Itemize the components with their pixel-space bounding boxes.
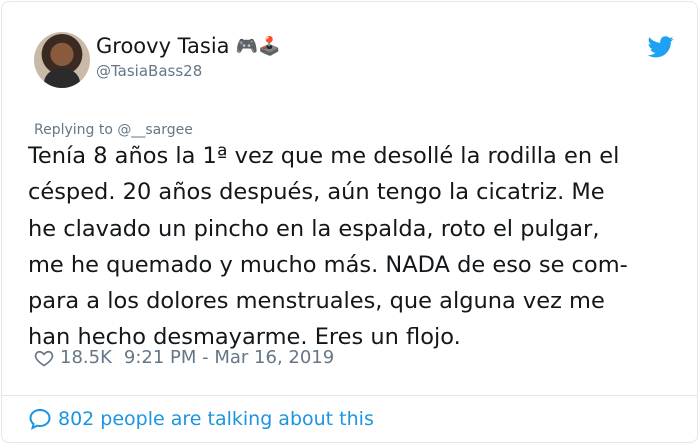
author-name-text[interactable]: Groovy Tasia xyxy=(96,34,230,58)
tweet-line: para a los dolores menstruales, que algu… xyxy=(28,288,605,315)
tweet-meta: 18.5K 9:21 PM - Mar 16, 2019 xyxy=(34,347,334,368)
tweet-text: Tenía 8 años la 1ª vez que me desollé la… xyxy=(28,138,668,356)
tweet-line: césped. 20 años después, aún tengo la ci… xyxy=(28,179,605,206)
speech-bubble-icon xyxy=(29,408,51,430)
author-display-name[interactable]: Groovy Tasia 🎮🕹️ xyxy=(96,34,280,58)
like-count[interactable]: 18.5K xyxy=(60,347,112,368)
tweet-card: Groovy Tasia 🎮🕹️ @TasiaBass28 Replying t… xyxy=(1,1,698,443)
divider xyxy=(2,395,697,396)
tweet-header: Groovy Tasia 🎮🕹️ @TasiaBass28 xyxy=(34,32,674,92)
author-block: Groovy Tasia 🎮🕹️ @TasiaBass28 xyxy=(96,34,280,80)
twitter-bird-icon[interactable] xyxy=(648,36,674,58)
talking-about-text[interactable]: 802 people are talking about this xyxy=(58,408,374,430)
tweet-line: Tenía 8 años la 1ª vez que me desollé la… xyxy=(28,143,620,169)
tweet-line: he clavado un pincho en la espalda, roto… xyxy=(28,215,600,242)
author-handle[interactable]: @TasiaBass28 xyxy=(96,62,280,80)
avatar[interactable] xyxy=(34,32,90,88)
tweet-timestamp[interactable]: 9:21 PM - Mar 16, 2019 xyxy=(124,347,334,368)
replying-to[interactable]: Replying to @__sargee xyxy=(34,122,193,138)
tweet-line: me he quemado y mucho más. NADA de eso s… xyxy=(28,251,628,278)
gamepad-joystick-emoji: 🎮🕹️ xyxy=(235,35,281,57)
heart-icon[interactable] xyxy=(34,348,54,368)
conversation-link[interactable]: 802 people are talking about this xyxy=(28,407,374,431)
